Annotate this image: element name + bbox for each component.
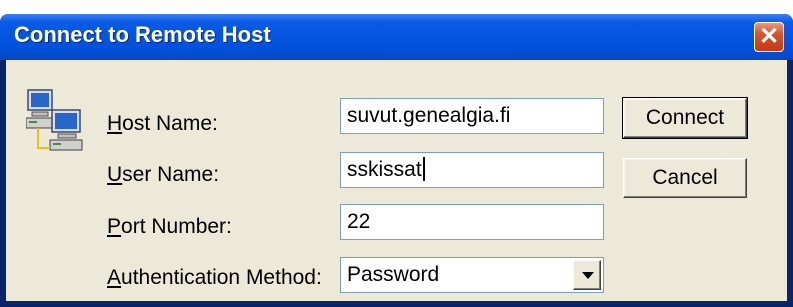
title-bar[interactable]: Connect to Remote Host ✕ (0, 14, 793, 60)
dialog-title: Connect to Remote Host (14, 22, 271, 47)
connect-button[interactable]: Connect (622, 97, 748, 139)
close-button[interactable]: ✕ (754, 22, 784, 52)
user-name-input[interactable]: sskissat (340, 152, 604, 188)
dialog-body: Host Name: suvut.genealgia.fi User Name:… (6, 60, 787, 301)
authentication-method-value: Password (347, 263, 440, 286)
port-number-input[interactable]: 22 (340, 204, 604, 240)
text-caret (422, 157, 425, 181)
user-name-label: User Name: (107, 163, 220, 186)
authentication-method-label: Authentication Method: (107, 266, 322, 289)
close-icon: ✕ (758, 23, 780, 50)
connect-dialog: Connect to Remote Host ✕ Host Name: suvu… (0, 14, 793, 307)
chevron-down-icon[interactable] (573, 260, 601, 290)
port-number-label: Port Number: (107, 215, 232, 238)
authentication-method-select[interactable]: Password (340, 257, 604, 293)
host-name-input[interactable]: suvut.genealgia.fi (340, 98, 604, 134)
host-name-label: Host Name: (107, 112, 218, 135)
cancel-button[interactable]: Cancel (623, 158, 747, 198)
networked-computers-icon (26, 89, 83, 151)
